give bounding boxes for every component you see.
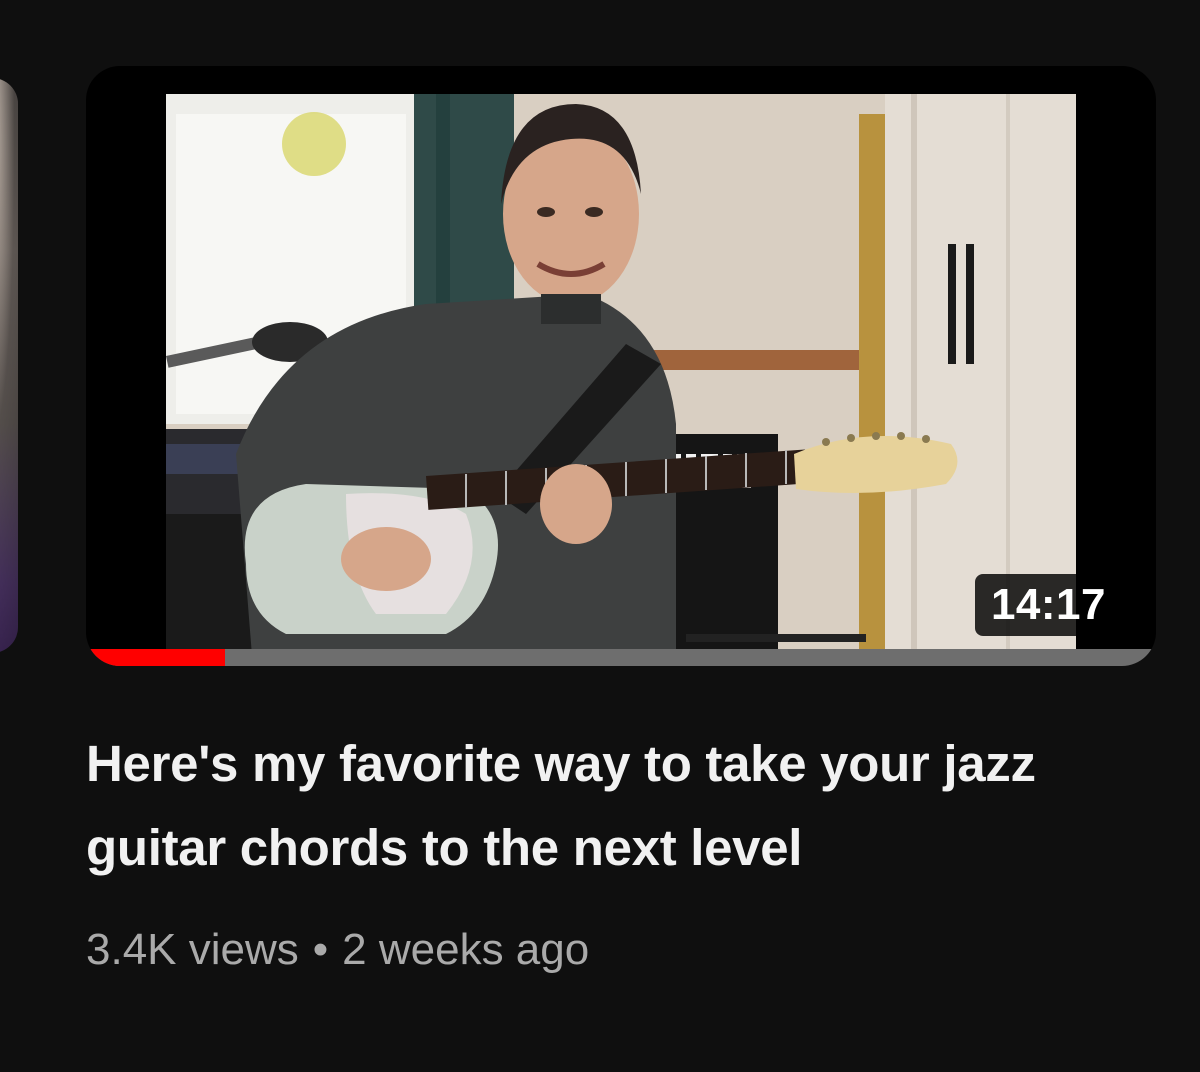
watch-progress-fill <box>86 649 226 666</box>
upload-age: 2 weeks ago <box>342 925 590 974</box>
previous-video-thumbnail[interactable] <box>0 78 18 653</box>
duration-badge: 14:17 <box>974 574 1122 636</box>
video-title[interactable]: Here's my favorite way to take your jazz… <box>86 722 1066 890</box>
thumbnail-image <box>166 94 1076 666</box>
view-count: 3.4K views <box>86 925 299 974</box>
video-thumbnail[interactable]: 14:17 <box>86 66 1156 666</box>
separator-dot: • <box>312 925 329 974</box>
watch-progress-bar <box>86 649 1156 666</box>
previous-video-image <box>0 78 18 653</box>
video-feed: 14:17 Here's my favorite way to take you… <box>0 0 1200 1072</box>
video-metadata: 3.4K views • 2 weeks ago <box>86 920 589 980</box>
